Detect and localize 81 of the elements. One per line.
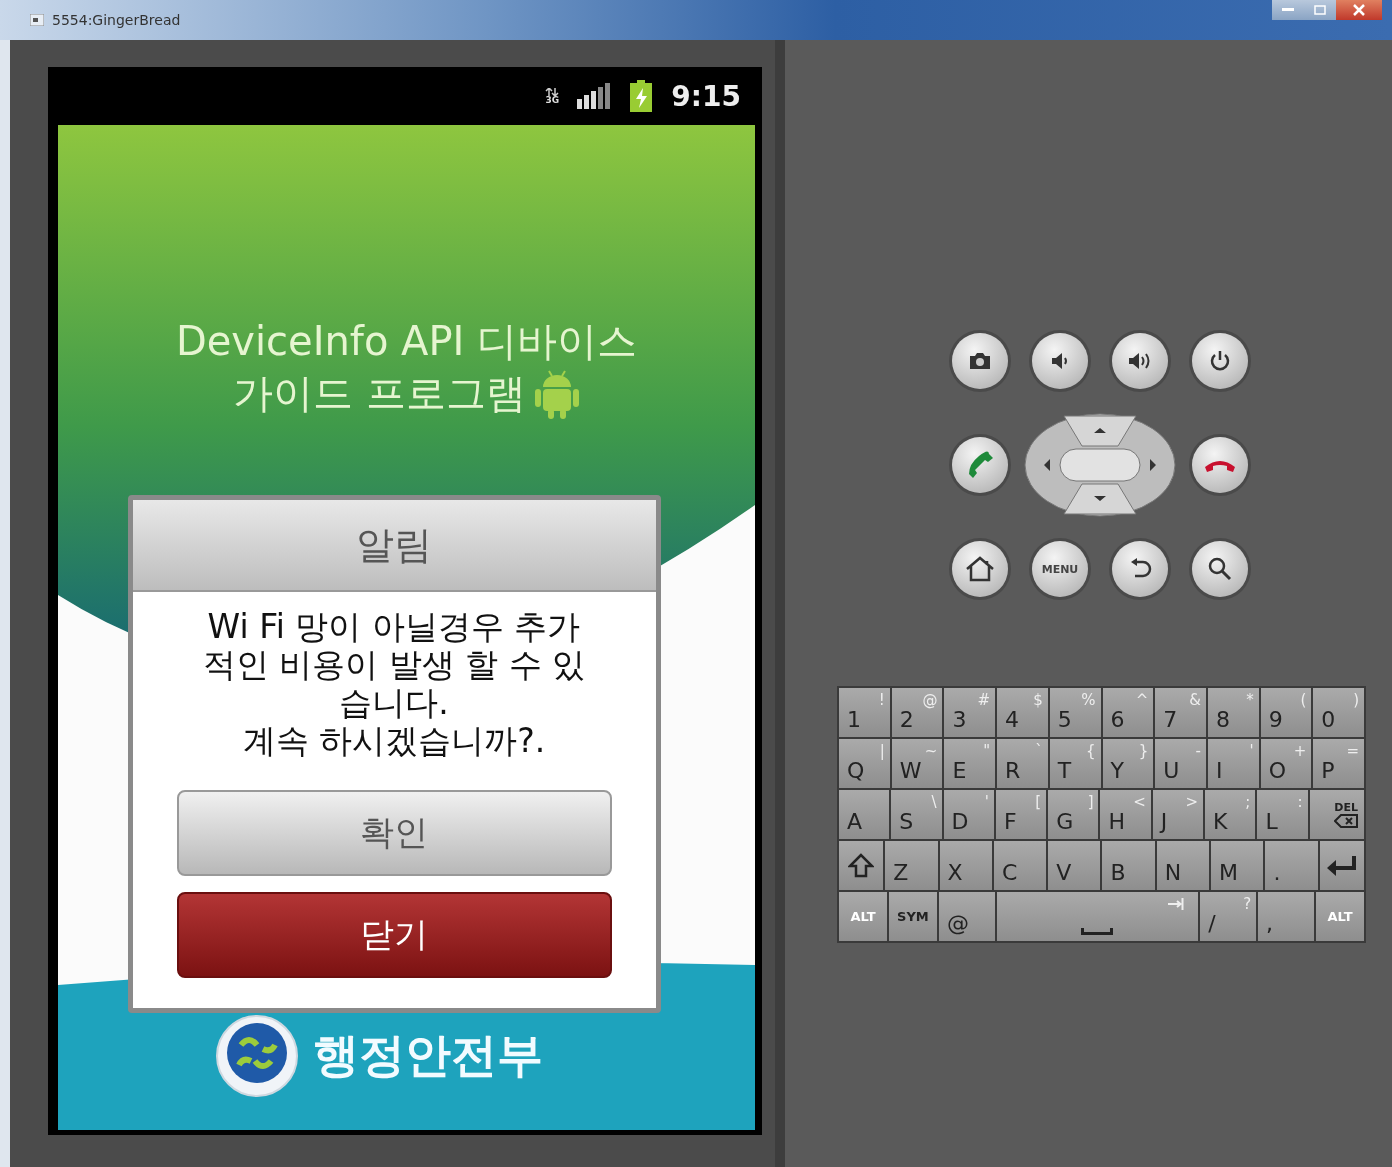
camera-button[interactable] <box>952 333 1008 389</box>
back-button[interactable] <box>1112 541 1168 597</box>
keyboard-key[interactable]: K ; <box>1205 790 1256 839</box>
search-button[interactable] <box>1192 541 1248 597</box>
keyboard-key[interactable]: R ` <box>997 739 1048 788</box>
minimize-icon <box>1282 8 1294 12</box>
keyboard-key[interactable]: G ] <box>1048 790 1099 839</box>
app-title-line: 가이드 프로그램 <box>233 369 526 418</box>
keyboard-key[interactable]: Q | <box>839 739 890 788</box>
keyboard-key[interactable]: 6 ^ <box>1102 688 1154 737</box>
volume-up-button[interactable] <box>1112 333 1168 389</box>
keyboard-key[interactable]: 5 % <box>1049 688 1101 737</box>
dialog-title: 알림 <box>132 500 656 592</box>
keyboard-key[interactable]: J > <box>1152 790 1204 839</box>
ministry-name: 행정안전부 <box>312 1027 543 1084</box>
keyboard-key[interactable]: P = <box>1313 739 1365 788</box>
keyboard-key[interactable]: C <box>993 841 1047 890</box>
keyboard-key[interactable]: W ~ <box>891 739 943 788</box>
keyboard-key[interactable]: 8 * <box>1207 688 1259 737</box>
keyboard-key[interactable]: . <box>1265 841 1318 890</box>
backspace-icon <box>1333 814 1358 828</box>
keyboard-key[interactable]: O + <box>1260 739 1312 788</box>
keyboard-key[interactable]: N <box>1156 841 1210 890</box>
keyboard-key[interactable]: 0 ) <box>1313 688 1365 737</box>
space-key[interactable] <box>996 892 1199 941</box>
keyboard-key[interactable]: A <box>839 790 890 839</box>
keyboard-key[interactable]: X <box>939 841 992 890</box>
keyboard-key[interactable]: 2 @ <box>891 688 943 737</box>
app-title-line: DeviceInfo API 디바이스 <box>175 317 638 366</box>
keyboard-key[interactable]: T { <box>1049 739 1101 788</box>
menu-button[interactable]: MENU <box>1032 541 1088 597</box>
signal-icon <box>577 83 612 109</box>
keyboard-key[interactable]: S \ <box>891 790 942 839</box>
keyboard-key[interactable]: @ <box>938 892 995 941</box>
camera-icon <box>968 352 992 370</box>
volume-down-button[interactable] <box>1032 333 1088 389</box>
status-time: 9:15 <box>671 79 741 113</box>
home-button[interactable] <box>952 541 1008 597</box>
dialog-message: Wi Fi 망이 아닐경우 추가적인 비용이 발생 할 수 있습니다. 계속 하시겠습니까?. <box>201 608 587 760</box>
keyboard-key[interactable]: 1 ! <box>839 688 890 737</box>
keyboard-key[interactable]: 9 ( <box>1260 688 1312 737</box>
end-call-button[interactable] <box>1192 437 1248 493</box>
keyboard-key[interactable]: D ' <box>943 790 994 839</box>
app-icon <box>30 14 44 26</box>
keyboard-key[interactable]: Y } <box>1102 739 1154 788</box>
keyboard-key[interactable]: M <box>1211 841 1264 890</box>
delete-key[interactable]: DEL <box>1309 790 1364 839</box>
close-button[interactable] <box>1336 0 1382 20</box>
keyboard-key[interactable]: / ? <box>1200 892 1257 941</box>
battery-icon <box>629 80 654 112</box>
keyboard-key[interactable]: U - <box>1155 739 1206 788</box>
enter-key[interactable] <box>1319 841 1364 890</box>
keyboard-key[interactable]: I ' <box>1207 739 1259 788</box>
tab-icon <box>1168 898 1185 910</box>
power-icon <box>1209 350 1231 372</box>
home-icon <box>965 556 995 582</box>
keyboard-key[interactable]: F [ <box>995 790 1047 839</box>
power-button[interactable] <box>1192 333 1248 389</box>
call-button[interactable] <box>952 437 1008 493</box>
close-dialog-button[interactable]: 닫기 <box>176 892 612 978</box>
keyboard-key[interactable]: 7 & <box>1155 688 1206 737</box>
shift-icon <box>848 852 875 879</box>
keyboard-key[interactable]: SYM <box>888 892 937 941</box>
keyboard-key[interactable]: 4 $ <box>997 688 1048 737</box>
keyboard-key[interactable]: L : <box>1257 790 1308 839</box>
keyboard-key[interactable]: 3 # <box>944 688 996 737</box>
keyboard-key[interactable]: B <box>1102 841 1155 890</box>
shift-key[interactable] <box>839 841 884 890</box>
space-icon <box>1081 928 1114 935</box>
keyboard-key[interactable]: E " <box>944 739 996 788</box>
window-title: 5554:GingerBread <box>52 12 182 28</box>
maximize-icon <box>1314 5 1326 15</box>
keyboard-key[interactable]: Z <box>885 841 938 890</box>
volume-down-icon <box>1050 352 1070 370</box>
dpad-control[interactable] <box>1024 413 1176 517</box>
search-icon <box>1207 556 1233 582</box>
keyboard-key[interactable]: , <box>1258 892 1315 941</box>
keyboard-key[interactable]: H < <box>1100 790 1151 839</box>
close-icon <box>1353 4 1365 16</box>
keyboard-key[interactable]: V <box>1048 841 1101 890</box>
confirm-button[interactable]: 확인 <box>176 790 612 876</box>
